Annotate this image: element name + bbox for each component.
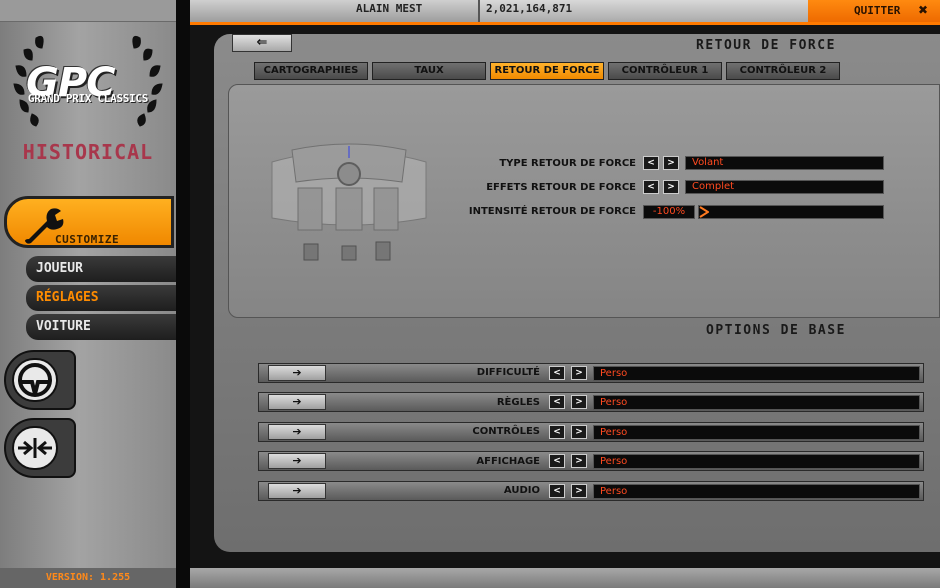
username: ALAIN MEST <box>356 2 423 15</box>
ffb-effects-value: Complet <box>685 180 884 194</box>
steering-wheel-icon <box>12 358 58 402</box>
arrows-inward-icon <box>12 426 58 470</box>
bottom-bar <box>190 568 940 588</box>
back-button[interactable]: ⇐ <box>232 34 292 52</box>
logo-historical: HISTORICAL <box>22 140 154 164</box>
slider-handle-icon[interactable] <box>699 206 709 218</box>
customize-button[interactable]: CUSTOMIZE <box>4 196 174 248</box>
quit-label[interactable]: QUITTER <box>854 4 900 17</box>
tab-cartographies[interactable]: CARTOGRAPHIES <box>254 62 368 80</box>
difficulte-value: Perso <box>593 366 920 381</box>
ffb-type-prev-button[interactable]: < <box>643 156 659 170</box>
controles-prev-button[interactable]: < <box>549 425 565 439</box>
regles-open-button[interactable]: ➔ <box>268 394 326 410</box>
affichage-next-button[interactable]: > <box>571 454 587 468</box>
version-label: VERSION: 1.255 <box>0 568 176 588</box>
audio-value: Perso <box>593 484 920 499</box>
tab-retour-de-force[interactable]: RETOUR DE FORCE <box>490 62 604 80</box>
affichage-open-button[interactable]: ➔ <box>268 453 326 469</box>
audio-next-button[interactable]: > <box>571 484 587 498</box>
affichage-value: Perso <box>593 454 920 469</box>
steering-wheel-button[interactable] <box>4 350 76 410</box>
ffb-effects-label: EFFETS RETOUR DE FORCE <box>486 182 636 193</box>
menu-item-joueur[interactable]: JOUEUR <box>26 256 176 282</box>
audio-label: AUDIO <box>503 485 540 496</box>
credits-value: 2,021,164,871 <box>486 2 573 15</box>
difficulte-open-button[interactable]: ➔ <box>268 365 326 381</box>
difficulte-label: DIFFICULTÉ <box>476 367 540 378</box>
wheel-pedals-diagram <box>271 143 427 261</box>
regles-value: Perso <box>593 395 920 410</box>
accent-line <box>190 22 940 25</box>
page-title: RETOUR DE FORCE <box>696 38 836 53</box>
customize-label: CUSTOMIZE <box>55 233 120 246</box>
ffb-intensity-slider[interactable] <box>698 205 884 219</box>
ffb-type-label: TYPE RETOUR DE FORCE <box>499 158 636 169</box>
gpc-logo: GPC GRAND PRIX CLASSICS HISTORICAL <box>8 30 168 165</box>
controles-value: Perso <box>593 425 920 440</box>
sidebar-top-strip <box>0 0 176 22</box>
ffb-type-value: Volant <box>685 156 884 170</box>
controles-next-button[interactable]: > <box>571 425 587 439</box>
ffb-intensity-value: -100% <box>643 205 695 219</box>
sidebar-divider <box>176 0 190 588</box>
difficulte-next-button[interactable]: > <box>571 366 587 380</box>
affichage-prev-button[interactable]: < <box>549 454 565 468</box>
controles-open-button[interactable]: ➔ <box>268 424 326 440</box>
regles-label: RÈGLES <box>496 397 540 408</box>
tab-controleur-2[interactable]: CONTRÔLEUR 2 <box>726 62 840 80</box>
regles-next-button[interactable]: > <box>571 395 587 409</box>
tab-controleur-1[interactable]: CONTRÔLEUR 1 <box>608 62 722 80</box>
ffb-intensity-label: INTENSITÉ RETOUR DE FORCE <box>468 206 636 217</box>
options-title: OPTIONS DE BASE <box>706 323 846 338</box>
tab-taux[interactable]: TAUX <box>372 62 486 80</box>
menu-item-reglages[interactable]: RÉGLAGES <box>26 285 176 311</box>
regles-prev-button[interactable]: < <box>549 395 565 409</box>
ffb-effects-prev-button[interactable]: < <box>643 180 659 194</box>
menu-item-voiture[interactable]: VOITURE <box>26 314 176 340</box>
ffb-type-next-button[interactable]: > <box>663 156 679 170</box>
audio-prev-button[interactable]: < <box>549 484 565 498</box>
close-icon[interactable]: ✖ <box>918 3 928 17</box>
logo-subtitle: GRAND PRIX CLASSICS <box>27 92 149 105</box>
controles-label: CONTRÔLES <box>472 426 540 437</box>
ffb-effects-next-button[interactable]: > <box>663 180 679 194</box>
affichage-label: AFFICHAGE <box>476 456 540 467</box>
audio-open-button[interactable]: ➔ <box>268 483 326 499</box>
compare-button[interactable] <box>4 418 76 478</box>
difficulte-prev-button[interactable]: < <box>549 366 565 380</box>
